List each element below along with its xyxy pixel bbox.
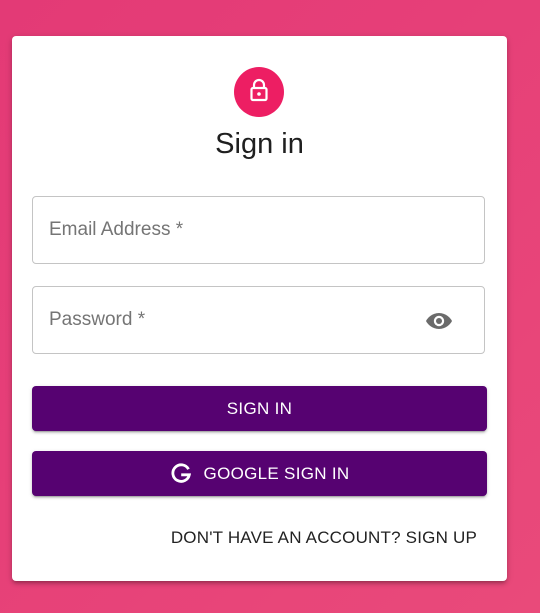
avatar <box>234 67 284 117</box>
password-field-container <box>32 286 485 354</box>
eye-icon[interactable] <box>424 309 454 333</box>
sign-in-card: Sign in SIGN IN GOOGLE SIGN IN DON'T HAV… <box>12 36 507 581</box>
sign-in-button[interactable]: SIGN IN <box>32 386 487 431</box>
lock-icon <box>248 78 270 107</box>
page-title: Sign in <box>215 128 304 160</box>
sign-up-link[interactable]: DON'T HAVE AN ACCOUNT? SIGN UP <box>171 528 477 548</box>
google-sign-in-button[interactable]: GOOGLE SIGN IN <box>32 451 487 496</box>
sign-in-button-label: SIGN IN <box>226 398 293 418</box>
google-sign-in-label: GOOGLE SIGN IN <box>203 463 350 483</box>
google-icon <box>170 462 192 485</box>
password-field[interactable] <box>33 287 484 353</box>
email-field[interactable] <box>33 197 484 263</box>
email-field-container <box>32 196 485 264</box>
